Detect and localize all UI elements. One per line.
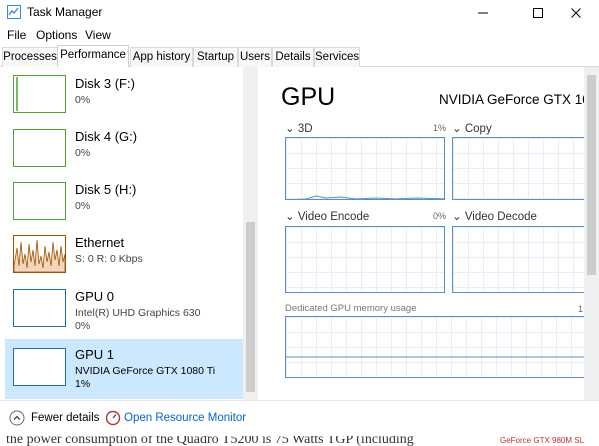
chevron-down-icon: ⌄ [285, 123, 295, 135]
chevron-down-icon: ⌄ [452, 123, 462, 135]
footer-bar: Fewer details Open Resource Monitor [0, 400, 599, 436]
dedicated-memory-label: Dedicated GPU memory usage [285, 303, 417, 314]
tab-services[interactable]: Services [314, 47, 360, 67]
graph-video-encode [285, 226, 445, 293]
detail-scrollbar[interactable] [584, 67, 599, 400]
graph-video-decode [452, 226, 584, 293]
chevron-up-circle-icon[interactable] [9, 410, 25, 426]
sidebar-item-value: 0% [75, 320, 91, 332]
graph-video-encode-label[interactable]: ⌄ Video Encode [285, 209, 369, 223]
sidebar-item-title: Ethernet [75, 235, 125, 250]
resource-monitor-icon [105, 410, 121, 426]
graph-3d-percent: 1% [433, 123, 447, 133]
disk-5-thumbnail-graph [13, 182, 66, 220]
close-button[interactable] [553, 0, 599, 25]
sidebar-scrollbar[interactable] [243, 67, 258, 400]
gpu-model-name: NVIDIA GeForce GTX 108 [439, 92, 584, 107]
sidebar-item-value: 0% [75, 94, 91, 106]
tab-performance[interactable]: Performance [57, 45, 129, 68]
resource-sidebar: Disk 3 (F:) 0% Disk 4 (G:) 0% Disk 5 (H:… [0, 67, 258, 400]
disk-4-thumbnail-graph [13, 129, 66, 167]
window-title: Task Manager [27, 5, 103, 19]
sidebar-item-title: GPU 1 [75, 347, 115, 362]
sidebar-item-value: 0% [75, 200, 91, 212]
chevron-down-icon: ⌄ [452, 211, 462, 223]
minimize-button[interactable] [460, 0, 506, 25]
sidebar-item-ethernet[interactable]: Ethernet S: 0 R: 0 Kbps [5, 225, 243, 277]
task-manager-icon [7, 5, 21, 19]
dedicated-memory-percent: 1 [578, 304, 584, 314]
ethernet-thumbnail-graph [13, 235, 66, 273]
dedicated-memory-line [286, 356, 584, 358]
sidebar-item-disk-4[interactable]: Disk 4 (G:) 0% [5, 119, 243, 171]
tab-processes[interactable]: Processes [2, 47, 58, 67]
graph-copy [452, 137, 584, 200]
minimize-icon [478, 12, 488, 13]
tab-startup[interactable]: Startup [193, 47, 238, 67]
graph-video-decode-label[interactable]: ⌄ Video Decode [452, 209, 537, 223]
gpu-0-thumbnail-graph [13, 289, 66, 327]
sidebar-item-disk-3[interactable]: Disk 3 (F:) 0% [5, 67, 243, 119]
graph-3d-line [295, 195, 444, 199]
sidebar-item-gpu-1[interactable]: GPU 1 NVIDIA GeForce GTX 1080 Ti 1% [5, 339, 243, 399]
sidebar-scrollbar-thumb[interactable] [246, 222, 255, 392]
sidebar-item-title: GPU 0 [75, 289, 115, 304]
title-bar: Task Manager [0, 0, 599, 25]
tab-app-history[interactable]: App history [130, 47, 193, 67]
chevron-down-icon: ⌄ [285, 211, 295, 223]
page-title: GPU [281, 83, 336, 111]
menu-bar: File Options View [0, 25, 599, 45]
graph-3d [285, 137, 445, 200]
ethernet-activity-area [13, 239, 66, 273]
menu-view[interactable]: View [85, 28, 111, 42]
disk-3-thumbnail-graph [13, 75, 66, 113]
sidebar-item-value: S: 0 R: 0 Kbps [75, 253, 143, 265]
gpu-1-thumbnail-graph [13, 348, 66, 386]
detail-scrollbar-thumb[interactable] [587, 75, 596, 275]
sidebar-item-title: Disk 5 (H:) [75, 182, 137, 197]
sidebar-item-subtitle: Intel(R) UHD Graphics 630 [75, 307, 201, 319]
open-resource-monitor-link[interactable]: Open Resource Monitor [124, 412, 246, 424]
tab-details[interactable]: Details [272, 47, 314, 67]
background-article-text: the power consumption of the Quadro T520… [6, 436, 414, 446]
sidebar-item-value: 0% [75, 147, 91, 159]
gpu-detail-panel: GPU NVIDIA GeForce GTX 108 ⌄ 3D 1% ⌄ Cop… [259, 67, 584, 400]
background-page-text: the power consumption of the Quadro T520… [0, 436, 599, 446]
sidebar-item-title: Disk 4 (G:) [75, 129, 138, 144]
menu-file[interactable]: File [7, 28, 26, 42]
fewer-details-button[interactable]: Fewer details [31, 412, 99, 424]
graph-3d-label[interactable]: ⌄ 3D [285, 121, 313, 135]
tab-users[interactable]: Users [238, 47, 272, 67]
tab-bar: Processes Performance App history Startu… [0, 45, 599, 68]
graph-video-encode-percent: 0% [433, 211, 447, 221]
sidebar-item-subtitle: NVIDIA GeForce GTX 1080 Ti [75, 365, 216, 377]
close-icon [571, 7, 581, 18]
dedicated-memory-graph [285, 316, 584, 378]
sidebar-item-gpu-0[interactable]: GPU 0 Intel(R) UHD Graphics 630 0% [5, 277, 243, 332]
disk-3-activity-line [16, 77, 18, 111]
sidebar-item-title: Disk 3 (F:) [75, 76, 135, 91]
menu-options[interactable]: Options [36, 28, 77, 42]
sidebar-item-disk-5[interactable]: Disk 5 (H:) 0% [5, 172, 243, 224]
maximize-icon [533, 7, 543, 18]
sidebar-item-value: 1% [75, 378, 91, 390]
graph-copy-label[interactable]: ⌄ Copy [452, 121, 492, 135]
background-caption-text: GeForce GTX 980M SL [500, 436, 585, 445]
